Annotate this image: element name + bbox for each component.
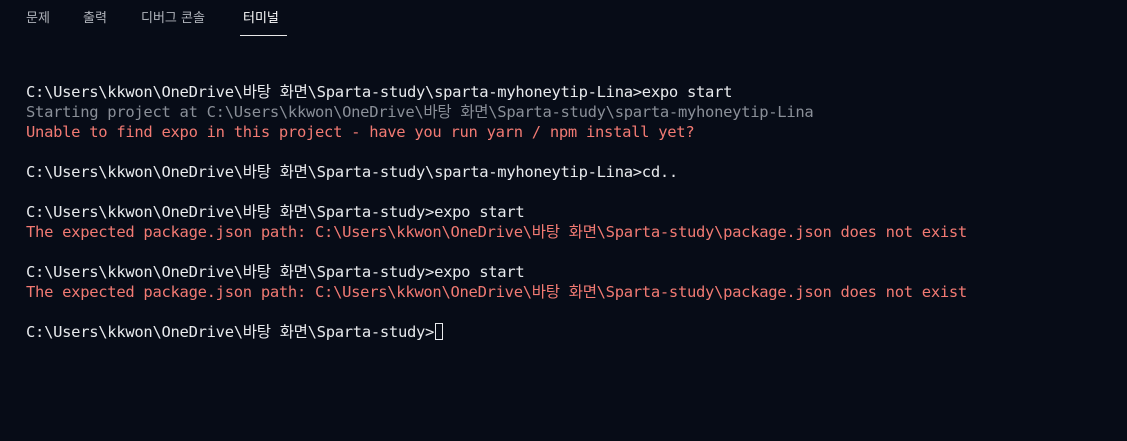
tab-problems[interactable]: 문제: [26, 10, 50, 28]
terminal-line-command: C:\Users\kkwon\OneDrive\바탕 화면\Sparta-stu…: [26, 83, 733, 101]
panel-tab-bar: 문제 출력 디버그 콘솔 터미널: [0, 0, 1127, 38]
active-tab-indicator: [240, 35, 287, 36]
terminal-line-error: The expected package.json path: C:\Users…: [26, 283, 967, 301]
terminal-line-command: C:\Users\kkwon\OneDrive\바탕 화면\Sparta-stu…: [26, 163, 678, 181]
tab-terminal[interactable]: 터미널: [243, 10, 279, 28]
terminal-prompt-line[interactable]: C:\Users\kkwon\OneDrive\바탕 화면\Sparta-stu…: [26, 322, 444, 342]
tab-debug-console[interactable]: 디버그 콘솔: [141, 10, 205, 28]
terminal-prompt: C:\Users\kkwon\OneDrive\바탕 화면\Sparta-stu…: [26, 323, 435, 341]
terminal-output[interactable]: C:\Users\kkwon\OneDrive\바탕 화면\Sparta-stu…: [26, 82, 1116, 432]
terminal-line-command: C:\Users\kkwon\OneDrive\바탕 화면\Sparta-stu…: [26, 263, 525, 281]
tab-output[interactable]: 출력: [83, 10, 107, 28]
terminal-line-error: Unable to find expo in this project - ha…: [26, 123, 695, 141]
terminal-line-error: The expected package.json path: C:\Users…: [26, 223, 967, 241]
terminal-line-command: C:\Users\kkwon\OneDrive\바탕 화면\Sparta-stu…: [26, 203, 525, 221]
terminal-cursor: [435, 323, 444, 340]
terminal-line-info: Starting project at C:\Users\kkwon\OneDr…: [26, 103, 814, 121]
